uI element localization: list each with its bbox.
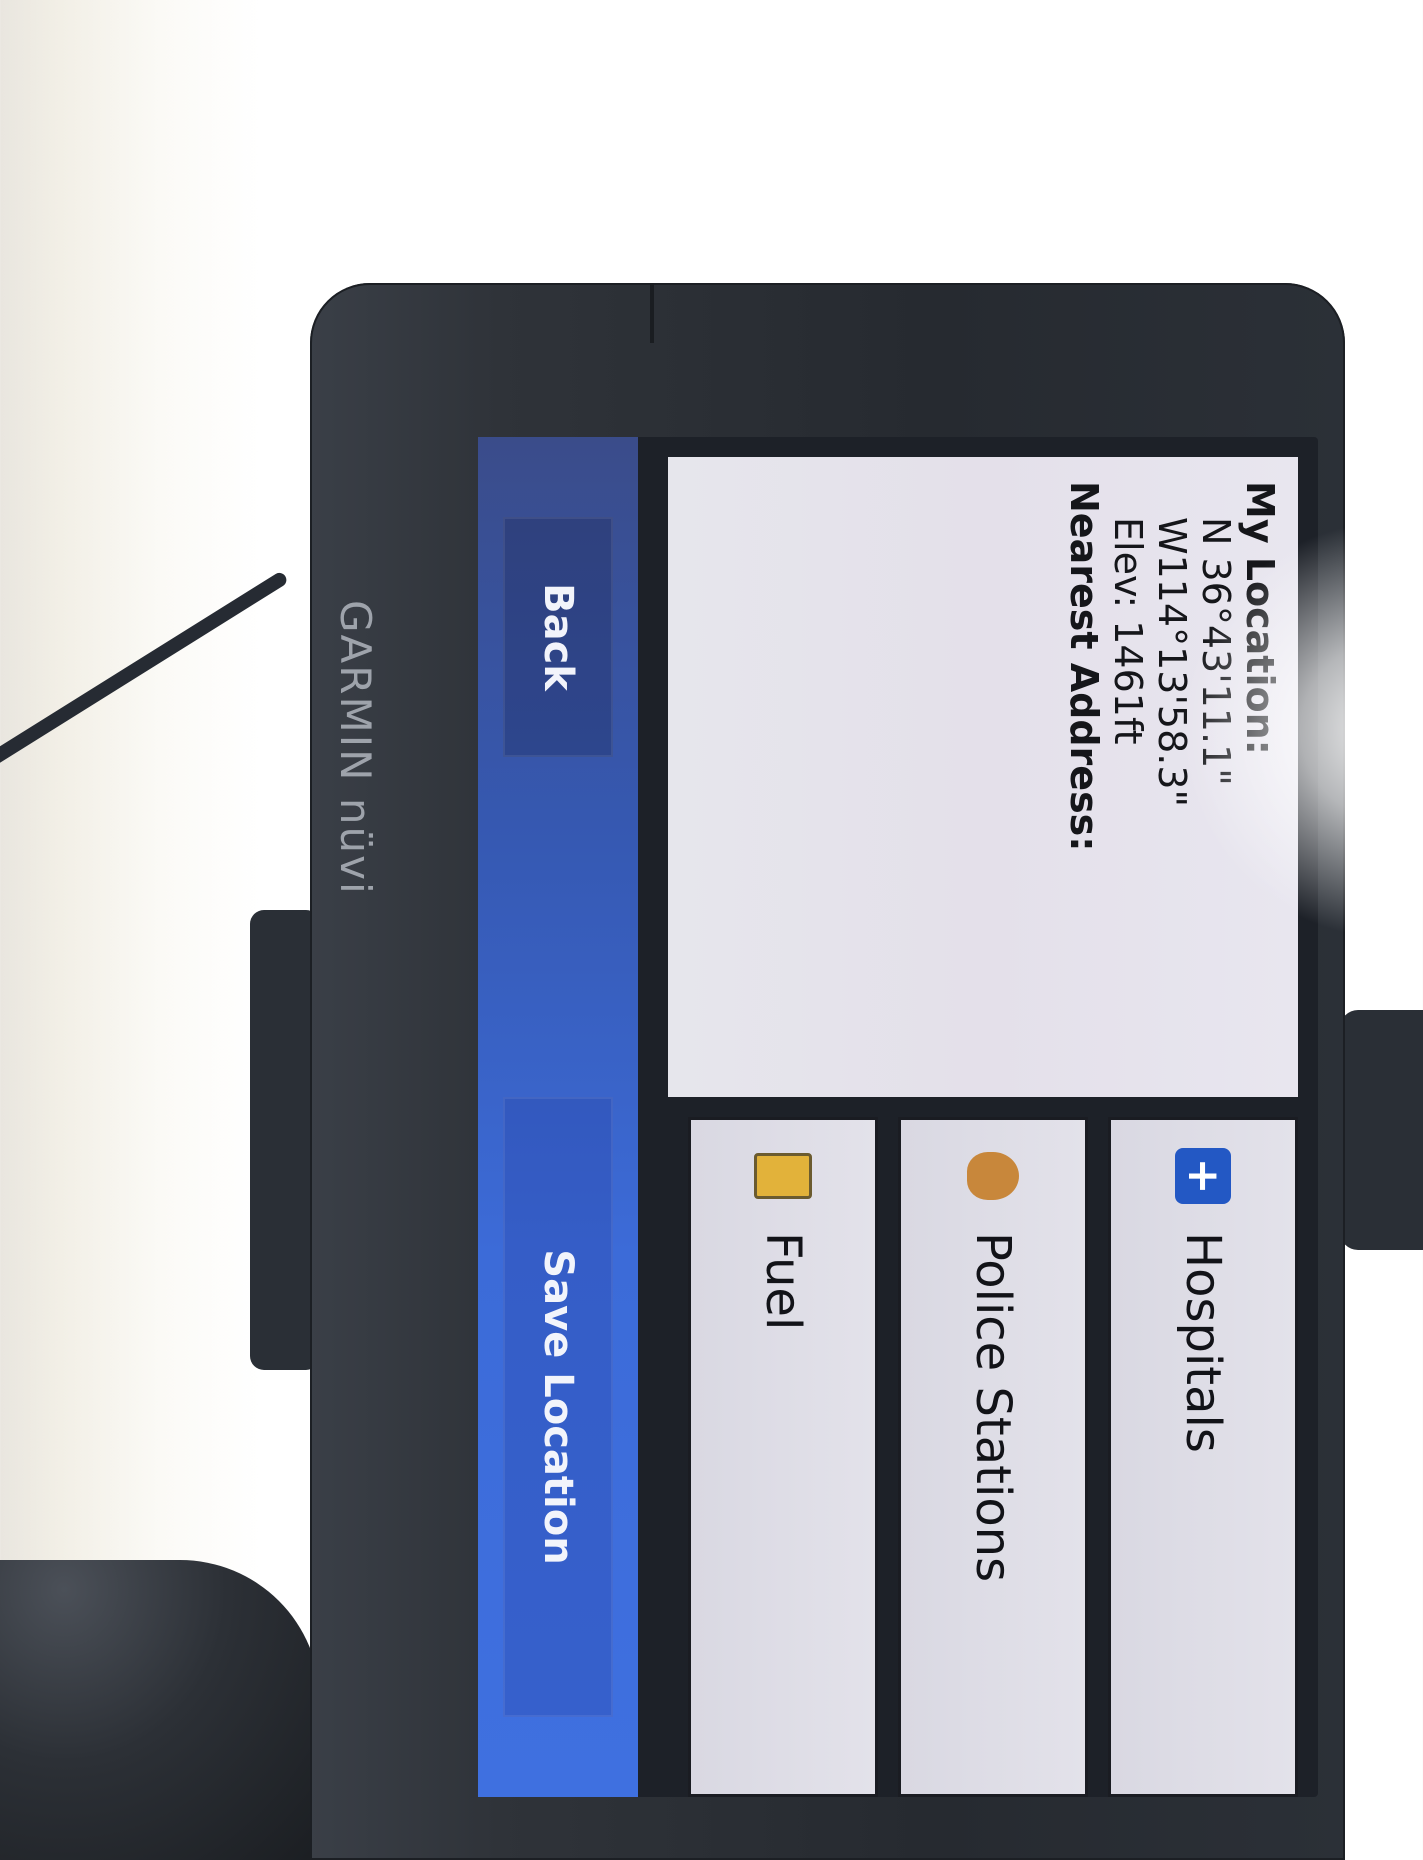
- device-brand-label: GARMIN nüvi: [331, 600, 380, 896]
- my-location-heading: My Location:: [1238, 481, 1282, 755]
- fuel-pump-icon: [754, 1148, 812, 1204]
- police-badge-icon: [965, 1148, 1021, 1204]
- back-button[interactable]: Back: [503, 517, 613, 757]
- longitude-value: W114°13'58.3": [1150, 517, 1194, 807]
- poi-label-fuel: Fuel: [755, 1232, 811, 1331]
- latitude-value: N 36°43'11.1": [1194, 517, 1238, 786]
- elevation-value: Elev: 1461ft: [1106, 517, 1150, 745]
- my-location-panel: My Location: N 36°43'11.1" W114°13'58.3"…: [668, 457, 1298, 1097]
- power-cable: [0, 570, 290, 773]
- poi-item-hospitals[interactable]: + Hospitals: [1108, 1117, 1298, 1797]
- poi-item-police-stations[interactable]: Police Stations: [898, 1117, 1088, 1797]
- poi-label-hospitals: Hospitals: [1175, 1232, 1231, 1453]
- screen-container: My Location: N 36°43'11.1" W114°13'58.3"…: [478, 437, 1318, 1797]
- device-right-clip: [1340, 1010, 1423, 1250]
- bottom-button-bar: Back Save Location: [478, 437, 638, 1797]
- poi-label-police-stations: Police Stations: [965, 1232, 1021, 1583]
- poi-item-fuel[interactable]: Fuel: [688, 1117, 878, 1797]
- save-location-button[interactable]: Save Location: [503, 1097, 613, 1717]
- gps-screen: My Location: N 36°43'11.1" W114°13'58.3"…: [478, 437, 1318, 1797]
- device-seam: [650, 283, 654, 343]
- hospital-cross-icon: +: [1175, 1148, 1231, 1204]
- nearest-address-heading: Nearest Address:: [1062, 481, 1106, 852]
- suction-mount: [0, 1560, 320, 1860]
